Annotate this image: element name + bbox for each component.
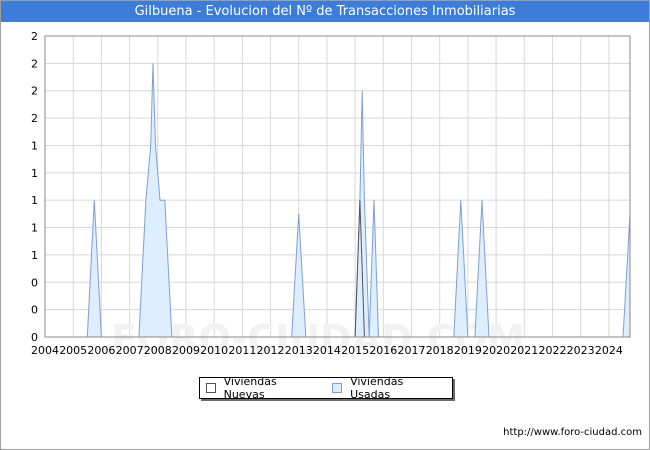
y-tick-label: 1 [31,167,38,180]
x-tick-label: 2018 [426,344,454,357]
x-tick-label: 2016 [369,344,397,357]
legend-item-nuevas: Viviendas Nuevas [206,375,316,401]
legend-label-nuevas: Viviendas Nuevas [223,375,277,401]
x-tick-label: 2013 [285,344,313,357]
x-tick-label: 2006 [87,344,115,357]
x-tick-label: 2021 [510,344,538,357]
x-axis-ticks: 2004 2005 2006 2007 2008 2009 2010 2011 2012 2013… [31,344,623,357]
x-tick-label: 2010 [200,344,228,357]
y-axis-ticks: 0 0 0 1 1 1 1 1 2 2 2 2 [31,30,38,344]
source-url: http://www.foro-ciudad.com [503,427,642,438]
x-tick-label: 2004 [31,344,59,357]
y-tick-label: 1 [31,139,38,152]
y-tick-label: 2 [31,30,38,43]
y-tick-label: 0 [31,304,38,317]
legend-swatch-nuevas [206,383,216,393]
y-tick-label: 1 [31,222,38,235]
x-tick-label: 2017 [398,344,426,357]
legend: Viviendas Nuevas Viviendas Usadas [199,375,453,401]
grid-lines [44,35,630,338]
y-tick-label: 0 [31,331,38,344]
x-tick-label: 2020 [482,344,510,357]
y-tick-label: 1 [31,194,38,207]
x-tick-label: 2024 [595,344,623,357]
legend-item-usadas: Viviendas Usadas [332,375,442,401]
x-tick-label: 2014 [313,344,341,357]
x-tick-label: 2007 [116,344,144,357]
legend-label-usadas: Viviendas Usadas [350,375,404,401]
x-tick-label: 2012 [257,344,285,357]
y-tick-label: 2 [31,112,38,125]
x-tick-label: 2019 [454,344,482,357]
x-tick-label: 2009 [172,344,200,357]
plot-border [44,35,631,338]
y-tick-label: 2 [31,57,38,70]
x-tick-label: 2011 [228,344,256,357]
legend-swatch-usadas [332,383,343,393]
y-tick-label: 2 [31,85,38,98]
x-tick-label: 2008 [144,344,172,357]
y-tick-label: 1 [31,249,38,262]
x-tick-label: 2005 [59,344,87,357]
y-tick-label: 0 [31,276,38,289]
x-tick-label: 2015 [341,344,369,357]
x-tick-label: 2023 [567,344,595,357]
x-tick-label: 2022 [538,344,566,357]
